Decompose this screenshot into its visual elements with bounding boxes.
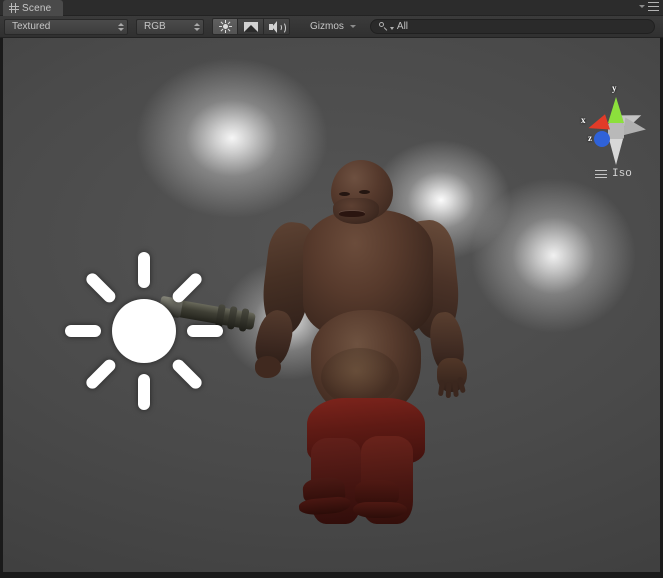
tab-scene-label: Scene (22, 2, 52, 14)
monster-character-model[interactable] (250, 160, 483, 524)
scene-viewport[interactable]: x y z Iso (0, 38, 663, 578)
character-eye-right (359, 190, 370, 194)
sun-ray (187, 325, 223, 337)
axis-gizmo-center[interactable] (608, 123, 624, 139)
axis-cone-negative-x[interactable] (622, 117, 648, 139)
search-value: All (396, 21, 409, 32)
sun-light-icon (112, 299, 176, 363)
scene-toolbar: Textured RGB Gizmos All (0, 16, 663, 38)
sun-ray (83, 270, 118, 305)
axis-label-x: x (581, 115, 586, 125)
triangle-down-icon (349, 25, 356, 28)
character-eye-left (339, 192, 350, 196)
light-glow (471, 178, 636, 333)
audio-toggle[interactable] (264, 18, 290, 35)
sun-ray (65, 325, 101, 337)
fx-toggle[interactable] (238, 18, 264, 35)
lighting-toggle[interactable] (212, 18, 238, 35)
window-tab-bar: Scene (0, 0, 663, 16)
hamburger-menu-icon[interactable] (648, 2, 659, 11)
sun-ray (83, 357, 118, 392)
search-input[interactable]: All (369, 19, 655, 34)
axis-cone-negative-y[interactable] (609, 139, 623, 165)
axis-label-y: y (612, 83, 617, 93)
character-mouth (339, 210, 365, 217)
projection-mode-toggle[interactable]: Iso (595, 168, 632, 180)
window-menu-group[interactable] (639, 2, 659, 11)
sun-icon (218, 20, 232, 33)
image-fx-icon (243, 21, 258, 32)
grid-hash-icon (9, 3, 19, 13)
gizmos-label: Gizmos (310, 21, 344, 32)
character-foot-right (353, 502, 407, 518)
hamburger-icon (595, 170, 607, 178)
updown-arrows-icon (118, 22, 124, 31)
search-magnifier-icon[interactable] (378, 22, 388, 31)
render-mode-dropdown[interactable]: RGB (136, 18, 204, 35)
triangle-down-icon[interactable] (389, 26, 394, 30)
axis-cone-y[interactable] (608, 97, 624, 123)
axis-label-z: z (588, 133, 592, 143)
sun-ray (138, 374, 150, 410)
triangle-down-icon[interactable] (639, 5, 645, 8)
unity-scene-window: Scene Textured RGB Gizmos All x y z Iso (0, 0, 663, 578)
sun-ray (170, 270, 205, 305)
tab-scene[interactable]: Scene (3, 0, 64, 16)
projection-mode-label: Iso (612, 168, 632, 180)
gizmos-dropdown[interactable]: Gizmos (304, 19, 362, 35)
axis-cone-z[interactable] (594, 131, 610, 147)
scene-toggle-group (212, 18, 290, 35)
search-container: All (369, 19, 663, 34)
character-hand-right (437, 358, 467, 399)
draw-mode-value: Textured (12, 21, 51, 32)
render-mode-value: RGB (144, 21, 166, 32)
updown-arrows-icon (194, 22, 200, 31)
draw-mode-dropdown[interactable]: Textured (4, 18, 128, 35)
point-light-gizmo[interactable] (63, 250, 225, 412)
character-hand-left (255, 356, 281, 378)
sun-ray (170, 357, 205, 392)
sun-ray (138, 252, 150, 288)
speaker-icon (269, 20, 286, 34)
scene-render-area[interactable]: x y z Iso (3, 38, 660, 572)
